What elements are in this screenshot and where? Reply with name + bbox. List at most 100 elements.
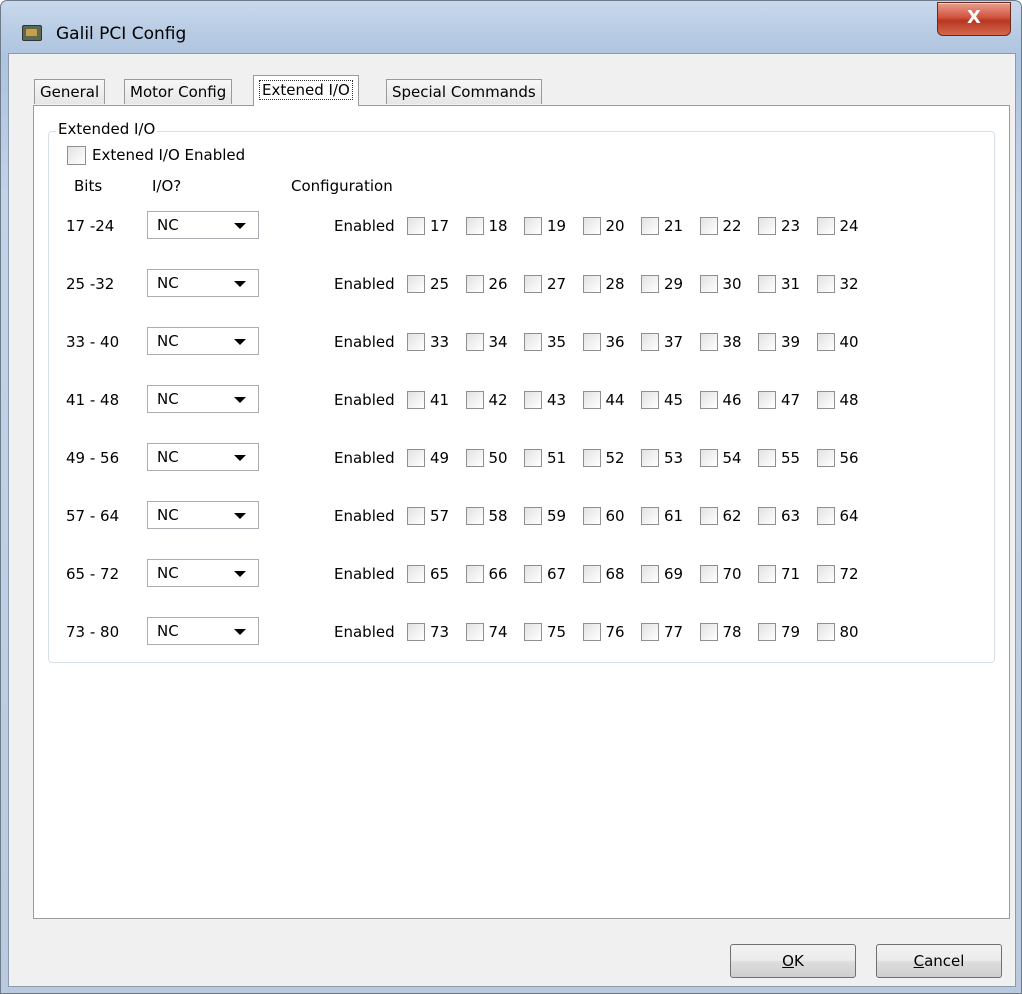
bit-checkbox[interactable]: 42 [465, 391, 508, 409]
bit-checkbox[interactable]: 53 [641, 449, 683, 467]
bit-checkbox[interactable]: 78 [699, 623, 742, 641]
bit-checkbox[interactable]: 21 [641, 217, 683, 235]
bit-checkbox[interactable]: 62 [699, 507, 742, 525]
checkbox-icon [816, 391, 835, 409]
enabled-label: Enabled [334, 565, 395, 583]
bit-checkbox[interactable]: 55 [758, 449, 800, 467]
tab-motor-config[interactable]: Motor Config [124, 79, 233, 104]
bit-checkbox[interactable]: 22 [699, 217, 742, 235]
checkbox-icon [758, 623, 776, 641]
bit-checkbox[interactable]: 47 [758, 391, 800, 409]
bit-checkbox[interactable]: 45 [641, 391, 683, 409]
bit-checkbox[interactable]: 23 [758, 217, 800, 235]
bit-checkbox[interactable]: 19 [524, 217, 566, 235]
tab-general[interactable]: General [34, 79, 106, 104]
close-button[interactable]: X [937, 2, 1011, 36]
bit-checkbox[interactable]: 20 [582, 217, 625, 235]
bit-checkbox[interactable]: 29 [641, 275, 683, 293]
bit-checkbox[interactable]: 24 [816, 217, 859, 235]
bit-checkbox[interactable]: 70 [699, 565, 742, 583]
bit-checkbox[interactable]: 76 [582, 623, 625, 641]
io-select[interactable]: NC [147, 211, 259, 239]
bit-checkbox[interactable]: 32 [816, 275, 859, 293]
bit-checkbox[interactable]: 49 [407, 449, 449, 467]
io-select[interactable]: NC [147, 501, 259, 529]
tab-special-commands[interactable]: Special Commands [386, 79, 542, 104]
bit-checkbox[interactable]: 35 [524, 333, 566, 351]
bit-checkbox[interactable]: 57 [407, 507, 449, 525]
bit-checkbox[interactable]: 54 [699, 449, 742, 467]
bit-checkbox[interactable]: 25 [407, 275, 449, 293]
bit-checkbox[interactable]: 41 [407, 391, 449, 409]
tab-extened-io[interactable]: Extened I/O [253, 75, 359, 106]
bit-checkbox[interactable]: 65 [407, 565, 449, 583]
bit-checkbox[interactable]: 28 [582, 275, 625, 293]
bit-checkbox[interactable]: 17 [407, 217, 449, 235]
bit-checkbox[interactable]: 50 [465, 449, 508, 467]
bit-checkbox[interactable]: 43 [524, 391, 566, 409]
chevron-down-icon[interactable] [234, 223, 246, 229]
bit-checkbox[interactable]: 31 [758, 275, 800, 293]
io-select[interactable]: NC [147, 559, 259, 587]
bit-checkbox[interactable]: 30 [699, 275, 742, 293]
io-select[interactable]: NC [147, 617, 259, 645]
bit-checkbox[interactable]: 51 [524, 449, 566, 467]
bit-range-label: 49 - 56 [66, 449, 120, 467]
checkbox-icon [407, 217, 425, 235]
extened-io-enabled-checkbox[interactable]: Extened I/O Enabled [67, 146, 245, 165]
bit-checkbox[interactable]: 27 [524, 275, 566, 293]
bit-checkbox[interactable]: 67 [524, 565, 566, 583]
bit-number-label: 37 [664, 333, 684, 351]
chevron-down-icon[interactable] [234, 455, 246, 461]
chevron-down-icon[interactable] [234, 513, 246, 519]
bit-checkbox[interactable]: 18 [465, 217, 508, 235]
io-select[interactable]: NC [147, 327, 259, 355]
io-select[interactable]: NC [147, 269, 259, 297]
cancel-button[interactable]: Cancel [876, 944, 1002, 978]
chevron-down-icon[interactable] [234, 629, 246, 635]
bit-checkbox[interactable]: 80 [816, 623, 859, 641]
bit-checkbox[interactable]: 71 [758, 565, 800, 583]
bit-checkbox[interactable]: 74 [465, 623, 508, 641]
chevron-down-icon[interactable] [234, 397, 246, 403]
bit-checkbox[interactable]: 73 [407, 623, 449, 641]
bit-checkbox[interactable]: 26 [465, 275, 508, 293]
bit-checkbox[interactable]: 33 [407, 333, 449, 351]
chevron-down-icon[interactable] [234, 281, 246, 287]
bit-checkbox[interactable]: 58 [465, 507, 508, 525]
io-select[interactable]: NC [147, 385, 259, 413]
bit-checkbox[interactable]: 48 [816, 391, 859, 409]
bit-checkbox[interactable]: 72 [816, 565, 859, 583]
bit-checkbox[interactable]: 40 [816, 333, 859, 351]
bit-checkbox[interactable]: 44 [582, 391, 625, 409]
bit-checkbox[interactable]: 77 [641, 623, 683, 641]
bit-number-label: 29 [664, 275, 684, 293]
bit-checkbox[interactable]: 34 [465, 333, 508, 351]
io-row: 33 - 40 NC Enabled 33 34 35 36 37 38 39 40 [34, 327, 934, 357]
bit-checkbox[interactable]: 46 [699, 391, 742, 409]
title-bar[interactable]: Galil PCI Config X [1, 1, 1021, 53]
bit-checkbox[interactable]: 56 [816, 449, 859, 467]
io-select[interactable]: NC [147, 443, 259, 471]
bit-checkbox[interactable]: 69 [641, 565, 683, 583]
group-title: Extended I/O [56, 120, 158, 138]
bit-checkbox[interactable]: 79 [758, 623, 800, 641]
bit-checkbox[interactable]: 36 [582, 333, 625, 351]
bit-checkbox[interactable]: 39 [758, 333, 800, 351]
chevron-down-icon[interactable] [234, 571, 246, 577]
bit-checkbox[interactable]: 61 [641, 507, 683, 525]
bit-checkbox[interactable]: 63 [758, 507, 800, 525]
bit-checkbox[interactable]: 37 [641, 333, 683, 351]
bit-checkbox[interactable]: 38 [699, 333, 742, 351]
bit-checkbox[interactable]: 64 [816, 507, 859, 525]
bit-checkbox[interactable]: 66 [465, 565, 508, 583]
bit-number-label: 27 [547, 275, 567, 293]
bit-checkbox[interactable]: 59 [524, 507, 566, 525]
bit-checkbox[interactable]: 75 [524, 623, 566, 641]
chevron-down-icon[interactable] [234, 339, 246, 345]
bit-checkbox[interactable]: 52 [582, 449, 625, 467]
checkbox-icon [758, 391, 776, 409]
bit-checkbox[interactable]: 60 [582, 507, 625, 525]
bit-checkbox[interactable]: 68 [582, 565, 625, 583]
ok-button[interactable]: OK [730, 944, 856, 978]
